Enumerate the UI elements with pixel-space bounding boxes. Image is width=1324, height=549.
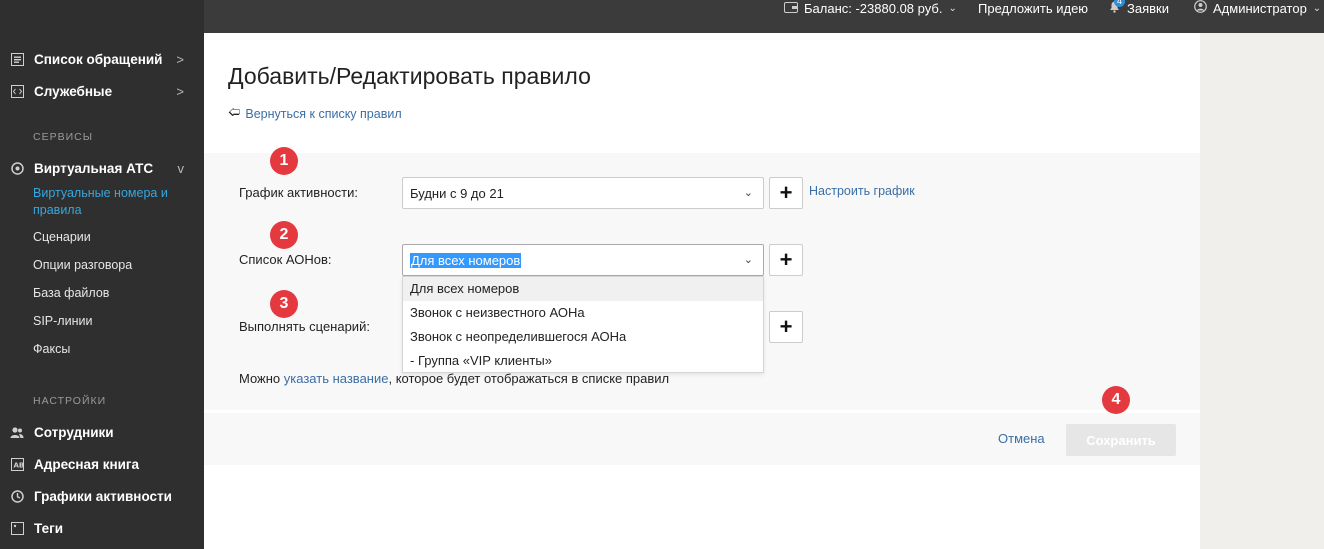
wallet-icon: [784, 0, 798, 18]
sidebar-item-label: Графики активности: [34, 489, 172, 504]
chevron-down-icon: ⌄: [743, 187, 753, 199]
chevron-right-icon: >: [176, 84, 184, 99]
step-marker-4: 4: [1102, 386, 1130, 414]
balance-menu[interactable]: Баланс: -23880.08 руб. ⌄: [784, 0, 957, 18]
chevron-down-icon: ⌄: [1312, 3, 1322, 14]
dropdown-option[interactable]: Звонок с неопределившегося АОНа: [403, 325, 763, 349]
arrow-left-icon: 🢠: [228, 105, 241, 119]
plus-icon: +: [779, 180, 793, 205]
sidebar-subitem-virtual-numbers[interactable]: Виртуальные номера и правила: [33, 185, 193, 219]
sidebar-item-employees[interactable]: Сотрудники: [10, 425, 194, 440]
schedule-value: Будни с 9 до 21: [410, 185, 504, 201]
chevron-down-icon: v: [177, 161, 185, 176]
add-scenario-button[interactable]: +: [769, 311, 803, 343]
add-schedule-button[interactable]: +: [769, 177, 803, 209]
chevron-down-icon: ⌄: [743, 254, 753, 266]
dropdown-option[interactable]: Звонок с неизвестного АОНа: [403, 301, 763, 325]
section-title-services: СЕРВИСЫ: [33, 131, 94, 143]
hint-suffix: , которое будет отображаться в списке пр…: [388, 371, 670, 386]
bell-icon: 4: [1108, 0, 1126, 18]
dropdown-option[interactable]: Для всех номеров: [403, 277, 763, 301]
aon-list-value: Для всех номеров: [410, 252, 522, 268]
user-icon: [1194, 0, 1207, 18]
tickets-menu[interactable]: 4 Заявки: [1108, 0, 1169, 18]
sidebar-item-label: Адресная книга: [34, 457, 140, 472]
sidebar-subitem-file-base[interactable]: База файлов: [33, 285, 193, 302]
sidebar-item-tags[interactable]: Теги: [10, 521, 194, 536]
sidebar: Список обращений > Служебные > СЕРВИСЫ В…: [0, 0, 204, 549]
sidebar-item-label: Служебные: [34, 84, 113, 99]
schedule-label: График активности:: [239, 185, 358, 200]
step-marker-3: 3: [270, 290, 298, 318]
chevron-down-icon: ⌄: [948, 3, 957, 14]
balance-text: Баланс: -23880.08 руб.: [804, 1, 943, 16]
back-link-label: Вернуться к списку правил: [245, 106, 402, 121]
chevron-right-icon: >: [176, 52, 184, 67]
code-icon: [10, 85, 24, 99]
sidebar-item-label: Теги: [34, 521, 64, 536]
section-title-settings: НАСТРОЙКИ: [33, 395, 107, 407]
schedule-select[interactable]: Будни с 9 до 21 ⌄: [402, 177, 764, 209]
sidebar-subitem-scenarios[interactable]: Сценарии: [33, 229, 193, 246]
tickets-badge: 4: [1114, 0, 1126, 7]
page-title: Добавить/Редактировать правило: [228, 63, 591, 89]
aon-dropdown-list: Для всех номеров Звонок с неизвестного А…: [402, 276, 764, 373]
save-button[interactable]: Сохранить: [1066, 424, 1176, 456]
suggest-idea-link[interactable]: Предложить идею: [978, 0, 1088, 18]
sidebar-item-appeals[interactable]: Список обращений >: [10, 52, 194, 67]
sidebar-item-schedules[interactable]: Графики активности: [10, 489, 194, 504]
user-name: Администратор: [1213, 1, 1307, 16]
headset-icon: [10, 162, 24, 176]
tag-icon: [10, 522, 24, 536]
sidebar-subitem-faxes[interactable]: Факсы: [33, 341, 193, 358]
sidebar-item-service[interactable]: Служебные >: [10, 84, 194, 99]
sidebar-item-vats[interactable]: Виртуальная АТС v: [10, 161, 194, 176]
aon-list-select[interactable]: Для всех номеров ⌄: [402, 244, 764, 276]
users-icon: [10, 426, 24, 440]
cancel-button[interactable]: Отмена: [998, 431, 1045, 446]
address-book-icon: AB: [10, 458, 24, 472]
step-marker-1: 1: [270, 147, 298, 175]
main-content: Добавить/Редактировать правило 🢠 Вернуть…: [204, 33, 1200, 549]
sidebar-item-label: Список обращений: [34, 52, 163, 67]
plus-icon: +: [779, 314, 793, 339]
add-aon-button[interactable]: +: [769, 244, 803, 276]
tickets-label: Заявки: [1127, 1, 1169, 16]
sidebar-item-label: Сотрудники: [34, 425, 114, 440]
svg-text:AB: AB: [13, 462, 24, 470]
back-to-rules-link[interactable]: 🢠 Вернуться к списку правил: [228, 103, 402, 124]
topbar: Баланс: -23880.08 руб. ⌄ Предложить идею…: [204, 0, 1324, 33]
aon-list-label: Список АОНов:: [239, 252, 332, 267]
step-marker-2: 2: [270, 221, 298, 249]
sidebar-item-label: Виртуальная АТС: [34, 161, 154, 176]
scenario-label: Выполнять сценарий:: [239, 319, 370, 334]
right-panel: [1200, 33, 1324, 549]
sidebar-subitem-sip-lines[interactable]: SIP-линии: [33, 313, 193, 330]
clock-icon: [10, 490, 24, 504]
set-name-link[interactable]: указать название: [284, 371, 389, 386]
name-hint: Можно указать название, которое будет от…: [239, 371, 669, 386]
plus-icon: +: [779, 247, 793, 272]
list-icon: [10, 53, 24, 67]
user-menu[interactable]: Администратор ⌄: [1194, 0, 1321, 18]
dropdown-option[interactable]: - Группа «VIP клиенты»: [403, 349, 763, 373]
form-footer: [204, 413, 1200, 465]
sidebar-item-address-book[interactable]: AB Адресная книга: [10, 457, 194, 472]
sidebar-subitem-call-options[interactable]: Опции разговора: [33, 257, 193, 274]
configure-schedule-link[interactable]: Настроить график: [809, 184, 915, 198]
hint-prefix: Можно: [239, 371, 284, 386]
